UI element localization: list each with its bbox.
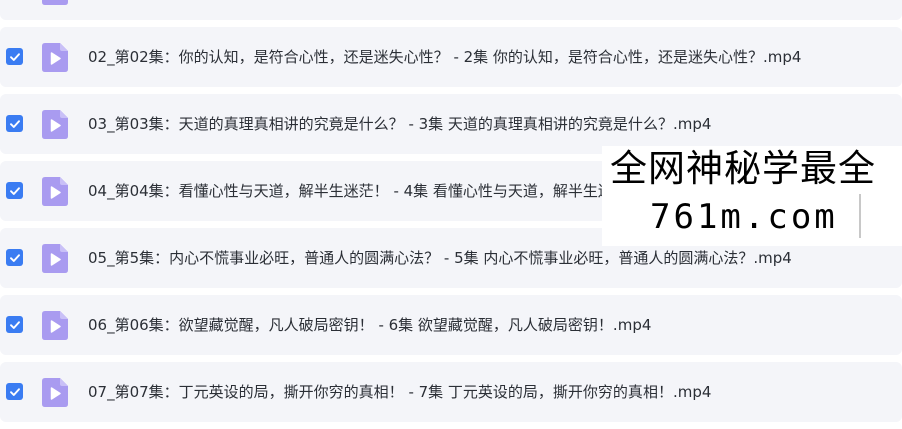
video-file-icon — [42, 0, 68, 5]
watermark: 全网神秘学最全 761m.com — [602, 146, 902, 246]
watermark-title: 全网神秘学最全 — [610, 147, 876, 190]
checkmark-icon — [9, 320, 20, 329]
file-name[interactable]: 07_第07集：丁元英设的局，撕开你穷的真相！ - 7集 丁元英设的局，撕开你穷… — [88, 362, 711, 422]
file-name[interactable]: 01_第01集：心性很好，但没回报，福德有什么关系？ - 1集 心性很好，但没回… — [88, 0, 801, 20]
video-file-icon — [42, 244, 68, 273]
file-checkbox[interactable] — [6, 182, 23, 199]
video-file-icon — [42, 110, 68, 139]
checkmark-icon — [9, 253, 20, 262]
file-checkbox[interactable] — [6, 249, 23, 266]
watermark-site: 761m.com — [650, 197, 838, 237]
video-file-icon — [42, 177, 68, 206]
file-checkbox[interactable] — [6, 316, 23, 333]
checkmark-icon — [9, 186, 20, 195]
text-cursor — [859, 194, 861, 238]
file-name[interactable]: 03_第03集：天道的真理真相讲的究竟是什么？ - 3集 天道的真理真相讲的究竟… — [88, 94, 711, 154]
file-row[interactable]: 03_第03集：天道的真理真相讲的究竟是什么？ - 3集 天道的真理真相讲的究竟… — [0, 94, 902, 154]
file-name[interactable]: 02_第02集：你的认知，是符合心性，还是迷失心性？ - 2集 你的认知，是符合… — [88, 27, 801, 87]
video-file-icon — [42, 311, 68, 340]
file-name[interactable]: 04_第04集：看懂心性与天道，解半生迷茫！ - 4集 看懂心性与天道，解半生迷… — [88, 161, 681, 221]
file-checkbox[interactable] — [6, 48, 23, 65]
file-row[interactable]: 06_第06集：欲望藏觉醒，凡人破局密钥！ - 6集 欲望藏觉醒，凡人破局密钥！… — [0, 295, 902, 355]
video-file-icon — [42, 378, 68, 407]
video-file-icon — [42, 43, 68, 72]
file-checkbox[interactable] — [6, 115, 23, 132]
checkmark-icon — [9, 387, 20, 396]
checkmark-icon — [9, 52, 20, 61]
file-row[interactable]: 02_第02集：你的认知，是符合心性，还是迷失心性？ - 2集 你的认知，是符合… — [0, 27, 902, 87]
file-row[interactable]: 07_第07集：丁元英设的局，撕开你穷的真相！ - 7集 丁元英设的局，撕开你穷… — [0, 362, 902, 422]
checkmark-icon — [9, 119, 20, 128]
file-row[interactable]: 01_第01集：心性很好，但没回报，福德有什么关系？ - 1集 心性很好，但没回… — [0, 0, 902, 20]
file-checkbox[interactable] — [6, 383, 23, 400]
file-name[interactable]: 06_第06集：欲望藏觉醒，凡人破局密钥！ - 6集 欲望藏觉醒，凡人破局密钥！… — [88, 295, 651, 355]
